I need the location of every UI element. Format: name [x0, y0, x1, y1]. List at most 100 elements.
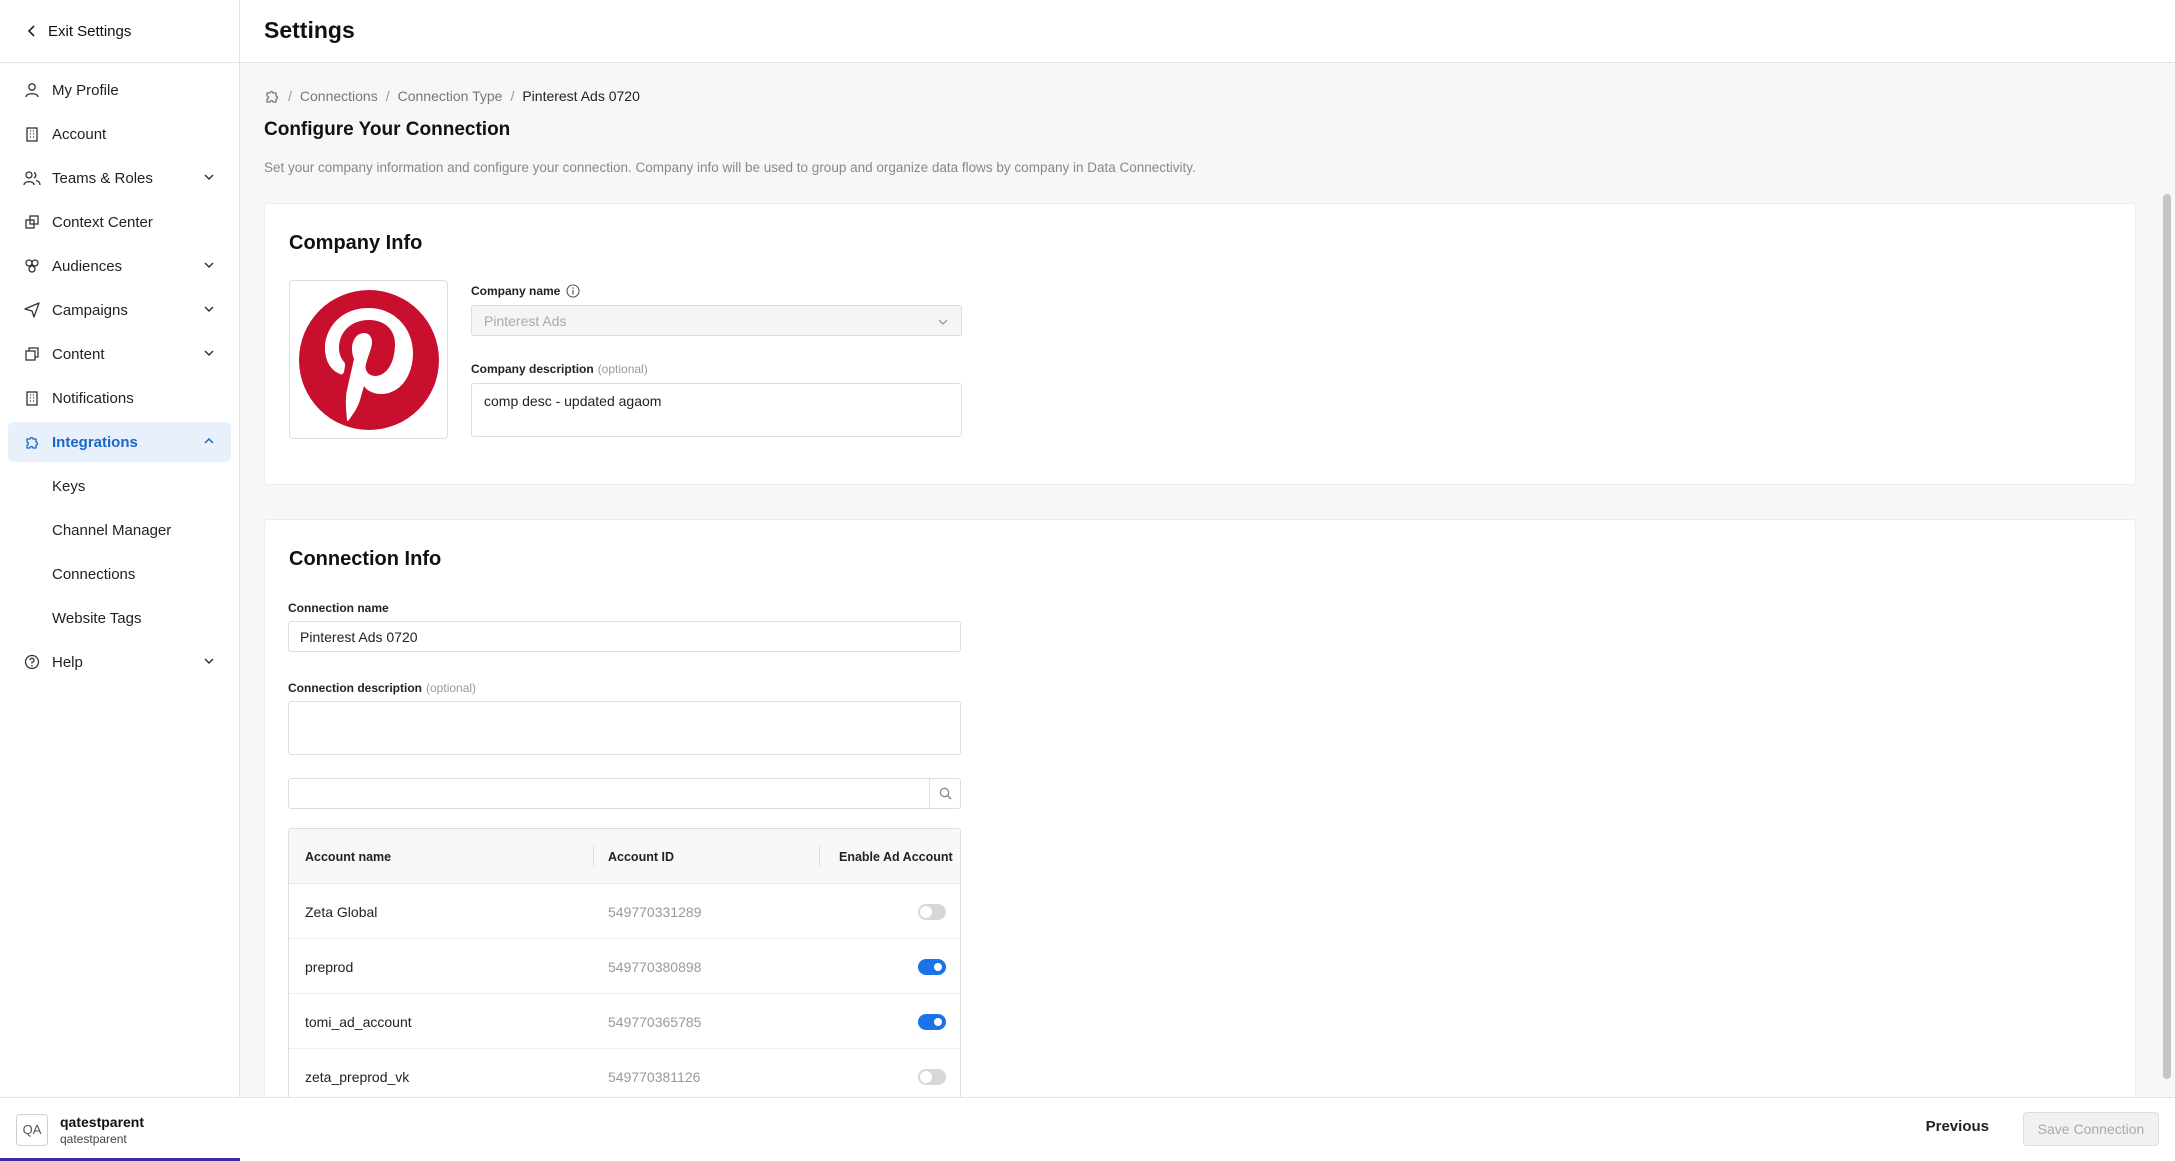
table-row: preprod 549770380898	[289, 939, 960, 994]
chevron-left-icon	[27, 25, 35, 37]
content-icon	[23, 345, 41, 363]
table-row: tomi_ad_account 549770365785	[289, 994, 960, 1049]
sidebar-item-context-center[interactable]: Context Center	[8, 202, 231, 242]
sidebar-item-label: Integrations	[52, 433, 138, 451]
exit-settings-label: Exit Settings	[48, 22, 132, 40]
puzzle-icon	[23, 433, 41, 451]
company-name-value: Pinterest Ads	[484, 313, 567, 329]
app: Exit Settings My Profile Account Teams &…	[0, 0, 2175, 1161]
company-logo[interactable]	[289, 280, 448, 439]
breadcrumb-separator: /	[288, 88, 292, 104]
account-name-cell: zeta_preprod_vk	[305, 1068, 410, 1085]
sidebar-item-label: Help	[52, 653, 83, 671]
breadcrumb-connection-type[interactable]: Connection Type	[398, 88, 503, 104]
enable-ad-account-toggle[interactable]	[918, 959, 946, 975]
sidebar-item-audiences[interactable]: Audiences	[8, 246, 231, 286]
previous-button[interactable]: Previous	[1926, 1118, 1989, 1135]
table-row: Zeta Global 549770331289	[289, 884, 960, 939]
column-header-account-id-text: Account ID	[608, 849, 674, 864]
sidebar-item-label: Notifications	[52, 389, 134, 407]
breadcrumb-connections[interactable]: Connections	[300, 88, 378, 104]
info-icon[interactable]	[566, 284, 580, 298]
company-name-label-text: Company name	[471, 284, 561, 298]
sidebar-item-label: Account	[52, 125, 107, 143]
optional-hint: (optional)	[426, 681, 477, 695]
header: Settings	[240, 0, 2175, 63]
save-connection-button[interactable]: Save Connection	[2023, 1112, 2159, 1146]
sidebar-item-campaigns[interactable]: Campaigns	[8, 290, 231, 330]
account-name-cell: preprod	[305, 958, 354, 975]
chevron-down-icon	[204, 174, 214, 181]
building-icon	[23, 125, 41, 143]
toggle-knob	[920, 1071, 932, 1083]
sidebar-item-help[interactable]: Help	[8, 642, 231, 682]
footer: Previous Save Connection	[240, 1097, 2175, 1161]
chevron-down-icon	[204, 262, 214, 269]
company-description-textarea[interactable]: comp desc - updated agaom	[471, 383, 962, 437]
main-scrollbar[interactable]	[2163, 128, 2171, 1096]
user-org: qatestparent	[60, 1131, 127, 1146]
chevron-down-icon	[938, 319, 948, 325]
breadcrumb-current: Pinterest Ads 0720	[522, 88, 640, 104]
toggle-knob	[920, 906, 932, 918]
account-search-input[interactable]	[289, 779, 929, 808]
connection-description-label: Connection description (optional)	[288, 681, 476, 695]
table-row: zeta_preprod_vk 549770381126	[289, 1049, 960, 1097]
connection-description-label-text: Connection description	[288, 681, 423, 695]
breadcrumb: / Connections / Connection Type / Pinter…	[264, 88, 640, 104]
sidebar-item-label: Content	[52, 345, 105, 363]
exit-settings-button[interactable]: Exit Settings	[0, 0, 240, 63]
column-header-enable-text: Enable Ad Account	[839, 849, 953, 864]
enable-ad-account-toggle[interactable]	[918, 1069, 946, 1085]
sidebar-subitem-keys[interactable]: Keys	[8, 466, 231, 506]
column-header-account-name: Account name	[305, 849, 392, 864]
column-header-enable-ad-account: Enable Ad Account	[819, 829, 962, 884]
avatar: QA	[16, 1113, 48, 1146]
enable-ad-account-toggle[interactable]	[918, 904, 946, 920]
pinterest-logo-icon	[298, 289, 439, 430]
user-name: qatestparent	[60, 1113, 145, 1130]
chevron-down-icon	[204, 306, 214, 313]
puzzle-icon[interactable]	[264, 88, 280, 104]
sidebar: Exit Settings My Profile Account Teams &…	[0, 0, 240, 1161]
connection-info-title: Connection Info	[289, 548, 442, 570]
search-icon	[939, 787, 951, 800]
sidebar-item-integrations[interactable]: Integrations	[8, 422, 231, 462]
search-button[interactable]	[929, 779, 960, 808]
sidebar-subitem-channel-manager[interactable]: Channel Manager	[8, 510, 231, 550]
users-icon	[23, 169, 41, 187]
enable-ad-account-toggle[interactable]	[918, 1014, 946, 1030]
audiences-icon	[23, 257, 41, 275]
account-name-cell: Zeta Global	[305, 903, 378, 920]
sidebar-item-my-profile[interactable]: My Profile	[8, 70, 231, 110]
sidebar-item-label: Audiences	[52, 257, 123, 275]
sidebar-subitem-website-tags[interactable]: Website Tags	[8, 598, 231, 638]
connection-name-label: Connection name	[288, 601, 389, 615]
page-header-title: Settings	[264, 17, 355, 43]
account-id-cell: 549770381126	[608, 1068, 701, 1085]
column-header-account-id: Account ID	[593, 829, 819, 884]
sidebar-item-label: My Profile	[52, 81, 119, 99]
account-name-cell: tomi_ad_account	[305, 1013, 412, 1030]
user-profile[interactable]: QA qatestparent qatestparent	[0, 1097, 240, 1161]
sidebar-subitem-connections[interactable]: Connections	[8, 554, 231, 594]
company-info-card: Company Info Company name Pinterest Ads …	[264, 203, 2136, 485]
sidebar-item-account[interactable]: Account	[8, 114, 231, 154]
scrollbar-thumb[interactable]	[2163, 194, 2171, 1079]
sidebar-item-content[interactable]: Content	[8, 334, 231, 374]
connection-description-textarea[interactable]	[288, 701, 961, 755]
connection-name-input[interactable]: Pinterest Ads 0720	[288, 621, 961, 652]
main-content: / Connections / Connection Type / Pinter…	[240, 64, 2175, 1097]
sidebar-item-teams-roles[interactable]: Teams & Roles	[8, 158, 231, 198]
company-name-select[interactable]: Pinterest Ads	[471, 305, 962, 336]
chevron-up-icon	[204, 437, 214, 444]
account-id-cell: 549770380898	[608, 958, 702, 975]
breadcrumb-separator: /	[385, 88, 390, 104]
sidebar-item-notifications[interactable]: Notifications	[8, 378, 231, 418]
page-title: Configure Your Connection	[264, 119, 511, 140]
breadcrumb-separator: /	[510, 88, 515, 104]
company-description-label-text: Company description	[471, 362, 594, 376]
account-id-cell: 549770331289	[608, 903, 702, 920]
sidebar-item-label: Teams & Roles	[52, 169, 153, 187]
toggle-knob	[932, 1016, 944, 1028]
